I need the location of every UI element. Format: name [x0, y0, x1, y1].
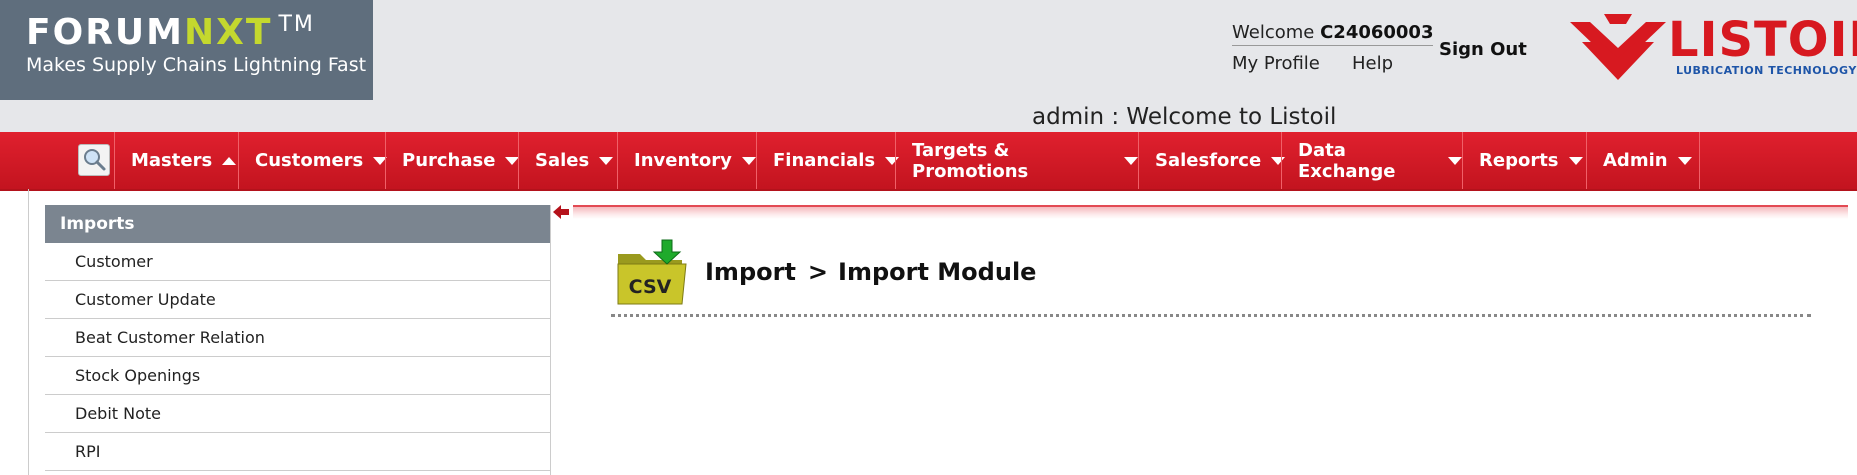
collapse-sidebar-icon[interactable] [553, 205, 571, 219]
sidebar-item-debit-note[interactable]: Debit Note [45, 395, 550, 433]
breadcrumb: Import > Import Module [705, 258, 1036, 286]
nav-data-exchange[interactable]: Data Exchange [1281, 132, 1462, 189]
my-profile-link[interactable]: My Profile [1232, 53, 1320, 74]
nav-admin[interactable]: Admin [1586, 132, 1700, 189]
listoil-emblem-icon [1570, 14, 1666, 80]
nav-reports[interactable]: Reports [1462, 132, 1586, 189]
nav-purchase[interactable]: Purchase [385, 132, 520, 189]
nav-targets-promotions[interactable]: Targets & Promotions [895, 132, 1138, 189]
nav-salesforce[interactable]: Salesforce [1138, 132, 1286, 189]
sidebar: Imports Customer Customer Update Beat Cu… [45, 205, 551, 475]
sidebar-item-customer[interactable]: Customer [45, 243, 550, 281]
caret-down-icon [741, 156, 756, 165]
caret-down-icon [1124, 156, 1138, 165]
logo-name: LISTOIL [1668, 12, 1857, 68]
sidebar-item-rpi[interactable]: RPI [45, 433, 550, 471]
nav-customers[interactable]: Customers [238, 132, 388, 189]
caret-down-icon [599, 156, 614, 165]
logo-subtitle: LUBRICATION TECHNOLOGY [1676, 64, 1857, 77]
sidebar-item-beat-customer-relation[interactable]: Beat Customer Relation [45, 319, 550, 357]
dotted-divider [611, 314, 1811, 317]
sign-out-link[interactable]: Sign Out [1439, 39, 1527, 60]
nav-masters[interactable]: Masters [114, 132, 238, 189]
nav-inventory[interactable]: Inventory [617, 132, 756, 189]
main-nav: Masters Customers Purchase Sales Invento… [0, 132, 1857, 191]
header: FORUMNXT TM Makes Supply Chains Lightning… [0, 0, 1857, 132]
caret-down-icon [1568, 156, 1583, 165]
nav-financials[interactable]: Financials [756, 132, 900, 189]
csv-icon-label: CSV [629, 276, 672, 298]
content-header-bar [573, 205, 1848, 219]
nav-sales[interactable]: Sales [518, 132, 617, 189]
breadcrumb-root: Import [705, 258, 796, 286]
help-link[interactable]: Help [1352, 53, 1393, 74]
welcome-text: Welcome C24060003 [1232, 22, 1434, 46]
caret-up-icon [222, 156, 237, 165]
sidebar-item-stock-openings[interactable]: Stock Openings [45, 357, 550, 395]
breadcrumb-current: Import Module [838, 258, 1037, 286]
forumnxt-logo: FORUMNXT TM Makes Supply Chains Lightning… [0, 0, 373, 100]
caret-down-icon [1677, 156, 1692, 165]
breadcrumb-separator: > [807, 258, 829, 286]
caret-down-icon [1448, 156, 1462, 165]
sidebar-heading: Imports [45, 205, 550, 243]
left-divider [28, 189, 29, 475]
brand-tagline: Makes Supply Chains Lightning Fast [26, 54, 367, 76]
listoil-logo: LISTOIL LUBRICATION TECHNOLOGY [1568, 8, 1857, 88]
user-id: C24060003 [1320, 22, 1434, 43]
brand-name: FORUMNXT TM [26, 12, 315, 53]
csv-import-icon: CSV [617, 239, 687, 305]
sidebar-item-customer-update[interactable]: Customer Update [45, 281, 550, 319]
page-title: admin : Welcome to Listoil [1032, 104, 1337, 130]
search-icon[interactable] [78, 144, 110, 176]
